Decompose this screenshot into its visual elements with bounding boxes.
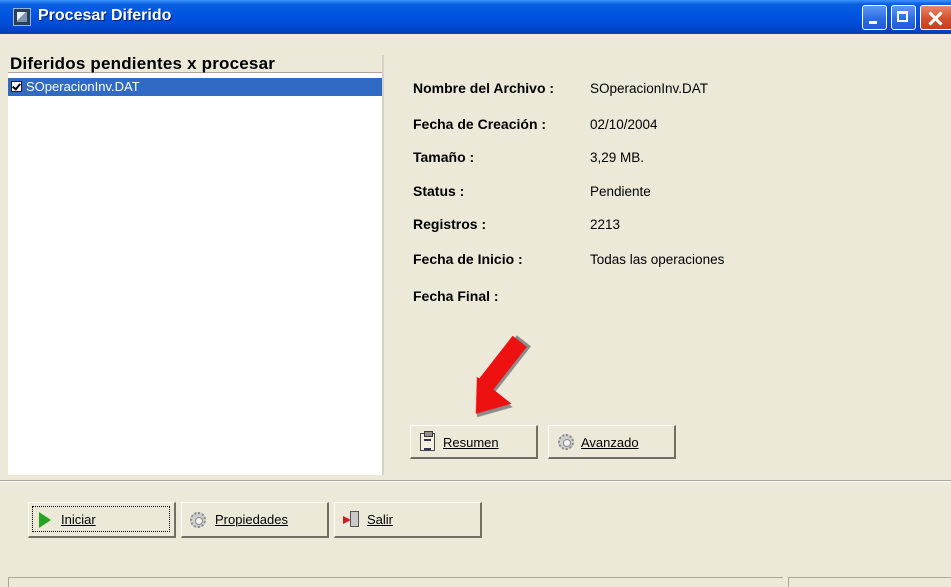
list-item-label: SOperacionInv.DAT xyxy=(26,79,140,94)
status-panel-main xyxy=(8,577,783,587)
resumen-button-label: Resumen xyxy=(443,435,499,450)
resumen-button[interactable]: Resumen xyxy=(410,425,538,459)
focus-rectangle xyxy=(32,506,170,532)
play-icon xyxy=(39,512,51,528)
iniciar-button-label: Iniciar xyxy=(61,512,96,527)
clipboard-icon xyxy=(420,431,435,451)
status-bar xyxy=(8,577,951,587)
gear-icon xyxy=(558,434,574,450)
avanzado-button-label: Avanzado xyxy=(581,435,639,450)
value-size: 3,29 MB. xyxy=(590,150,645,165)
item-checkbox[interactable] xyxy=(11,81,22,92)
propiedades-button-label: Propiedades xyxy=(215,512,288,527)
value-creation-date: 02/10/2004 xyxy=(590,117,658,132)
label-start-date: Fecha de Inicio : xyxy=(413,251,523,267)
pending-list-panel xyxy=(8,55,382,475)
close-button[interactable] xyxy=(920,5,951,30)
title-bar[interactable]: Procesar Diferido xyxy=(0,0,951,34)
separator xyxy=(0,480,951,482)
main-window: Procesar Diferido Diferidos pendientes x… xyxy=(0,0,951,587)
exit-door-icon xyxy=(343,511,361,527)
label-records: Registros : xyxy=(413,216,487,232)
status-panel-secondary xyxy=(788,577,951,587)
label-end-date: Fecha Final : xyxy=(413,288,499,304)
avanzado-button[interactable]: Avanzado xyxy=(548,425,676,459)
label-file-name: Nombre del Archivo : xyxy=(413,80,555,96)
value-start-date: Todas las operaciones xyxy=(590,252,725,267)
window-title: Procesar Diferido xyxy=(38,7,172,24)
list-item[interactable]: SOperacionInv.DAT xyxy=(8,78,382,96)
value-file-name: SOperacionInv.DAT xyxy=(590,81,709,96)
label-status: Status : xyxy=(413,183,465,199)
pending-list-title: Diferidos pendientes x procesar xyxy=(10,54,276,73)
salir-button[interactable]: Salir xyxy=(334,502,482,538)
gear-icon xyxy=(190,512,206,528)
label-creation-date: Fecha de Creación : xyxy=(413,116,547,132)
value-status: Pendiente xyxy=(590,184,651,199)
maximize-button[interactable] xyxy=(891,5,916,30)
salir-button-label: Salir xyxy=(367,512,394,527)
propiedades-button[interactable]: Propiedades xyxy=(181,502,329,538)
value-records: 2213 xyxy=(590,217,621,232)
pending-list-header: Diferidos pendientes x procesar xyxy=(8,54,382,73)
app-icon xyxy=(13,8,31,26)
iniciar-button[interactable]: Iniciar xyxy=(28,502,176,538)
minimize-button[interactable] xyxy=(862,5,887,30)
label-size: Tamaño : xyxy=(413,149,475,165)
